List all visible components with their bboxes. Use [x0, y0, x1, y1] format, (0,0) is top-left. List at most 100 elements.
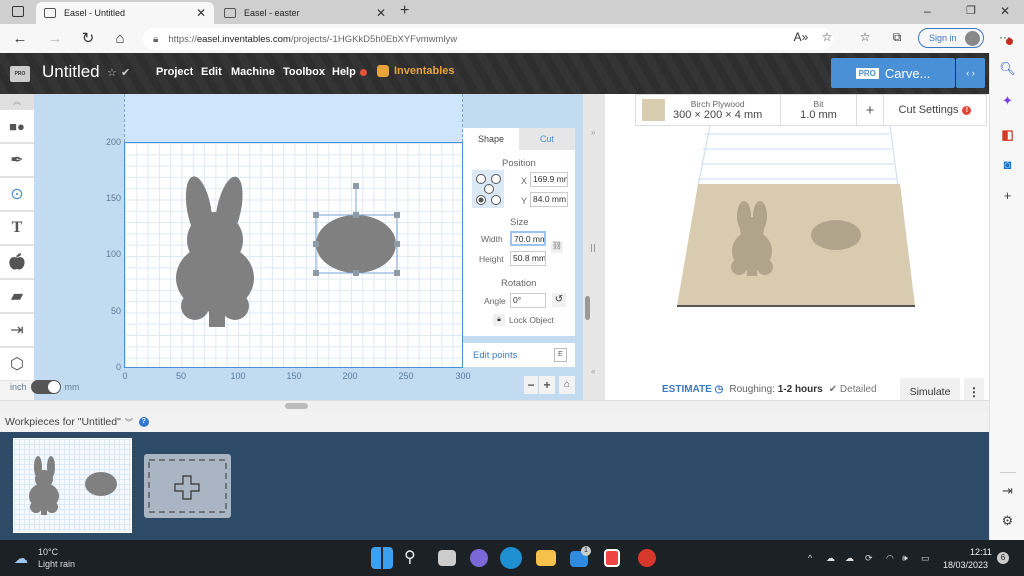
teams-chat-icon[interactable]: [470, 549, 488, 567]
width-input[interactable]: 70.0 mm: [510, 231, 546, 246]
3d-preview[interactable]: [605, 94, 989, 410]
help-icon[interactable]: ?: [138, 417, 149, 427]
wifi-icon[interactable]: ◠: [886, 553, 894, 564]
shapes-tool[interactable]: ■●: [0, 110, 34, 143]
tab-actions-icon[interactable]: [12, 6, 24, 17]
point-tool[interactable]: ⊙: [0, 178, 34, 211]
home-view-icon[interactable]: ⌂: [559, 376, 575, 394]
link-dimensions-icon[interactable]: ⛓: [551, 241, 563, 253]
unit-toggle[interactable]: inch mm: [10, 380, 80, 394]
hide-sidebar-icon[interactable]: ⇥: [990, 483, 1024, 499]
office-icon[interactable]: ◧: [990, 127, 1024, 143]
add-sidebar-app-icon[interactable]: +: [990, 188, 1024, 203]
restore-button[interactable]: ❐: [966, 4, 976, 17]
collapse-left-icon[interactable]: «: [591, 367, 595, 376]
back-button[interactable]: ←: [10, 29, 30, 49]
task-view-icon[interactable]: [438, 550, 456, 566]
workpiece-thumbnail[interactable]: [13, 438, 132, 533]
url-bar[interactable]: 🔒︎ https://easel.inventables.com/project…: [143, 28, 833, 50]
pen-tool[interactable]: ✒: [0, 144, 34, 177]
edge-browser-icon[interactable]: [500, 547, 522, 569]
inventables-link[interactable]: Inventables: [377, 65, 455, 77]
cut-settings-button[interactable]: Cut Settings !: [884, 95, 986, 125]
text-tool[interactable]: T: [0, 212, 34, 245]
star-icon[interactable]: ☆: [107, 66, 117, 79]
clock-time[interactable]: 12:11: [970, 547, 992, 557]
collapse-right-icon[interactable]: »: [591, 128, 595, 137]
angle-input[interactable]: 0°: [510, 293, 546, 308]
vertical-scrollbar[interactable]: [585, 296, 590, 320]
tab-cut[interactable]: Cut: [519, 128, 575, 150]
zoom-out-button[interactable]: −: [524, 376, 538, 394]
easel-pro-logo[interactable]: PRO: [10, 66, 30, 82]
outlook-icon[interactable]: ◙: [990, 157, 1024, 172]
favorites-icon[interactable]: ☆: [856, 30, 874, 44]
onedrive-error-icon[interactable]: ☁: [845, 553, 854, 564]
settings-gear-icon[interactable]: ⚙: [990, 513, 1024, 529]
chevron-down-icon[interactable]: ︾: [125, 417, 133, 428]
close-tab-icon[interactable]: ✕: [196, 6, 206, 20]
menu-toolbox[interactable]: Toolbox: [283, 66, 325, 78]
panel-splitter[interactable]: » «: [583, 94, 605, 410]
drag-handle[interactable]: [591, 244, 595, 252]
copilot-icon[interactable]: ✦: [990, 93, 1024, 109]
zoom-in-button[interactable]: +: [539, 376, 555, 394]
bit-selector[interactable]: Bit 1.0 mm: [781, 95, 857, 125]
clock-date[interactable]: 18/03/2023: [943, 560, 988, 570]
minimize-button[interactable]: –: [924, 4, 931, 18]
menu-machine[interactable]: Machine: [231, 66, 275, 78]
estimate-button[interactable]: ESTIMATE ◷: [662, 384, 723, 395]
snipping-tool-icon[interactable]: [604, 549, 620, 567]
refresh-button[interactable]: ↻: [78, 29, 98, 49]
add-workpiece-button[interactable]: [144, 454, 231, 518]
horizontal-scrollbar[interactable]: [0, 400, 989, 412]
anchor-picker[interactable]: [472, 170, 504, 208]
menu-edit[interactable]: Edit: [201, 66, 222, 78]
onedrive-sync-icon[interactable]: ☁: [826, 553, 835, 564]
add-favorite-icon[interactable]: ☆: [818, 30, 836, 44]
collections-icon[interactable]: ⧉: [888, 30, 906, 45]
collapse-tools-icon[interactable]: ︽: [0, 94, 34, 110]
import-tool[interactable]: ⇥: [0, 314, 34, 347]
sync-icon[interactable]: ⟳: [865, 553, 873, 564]
material-selector[interactable]: Birch Plywood 300 × 200 × 4 mm: [636, 95, 781, 125]
edit-points-button[interactable]: Edit points E: [463, 343, 575, 367]
apps-tool[interactable]: ▰: [0, 280, 34, 313]
new-tab-button[interactable]: +: [400, 2, 409, 20]
x-position-input[interactable]: 169.9 mm: [530, 172, 568, 187]
3d-tool[interactable]: ⬡: [0, 348, 34, 381]
reset-rotation-icon[interactable]: ↺: [552, 293, 566, 307]
height-input[interactable]: 50.8 mm: [510, 251, 546, 266]
close-window-button[interactable]: ✕: [1000, 4, 1010, 18]
workpiece-board[interactable]: [124, 142, 463, 368]
battery-icon[interactable]: ▭: [921, 553, 930, 564]
show-hidden-icons[interactable]: ^: [808, 553, 812, 563]
close-tab-icon[interactable]: ✕: [376, 6, 386, 20]
add-bit-button[interactable]: +: [857, 95, 884, 125]
detailed-option[interactable]: ✔ Detailed: [829, 384, 877, 395]
notification-count[interactable]: 6: [997, 552, 1009, 564]
lock-object-toggle[interactable]: 🔒︎ Lock Object: [493, 314, 554, 326]
tab-easel-easter[interactable]: Easel - easter ✕: [216, 2, 394, 24]
start-icon[interactable]: [371, 547, 393, 569]
unit-switch[interactable]: [30, 380, 61, 394]
icon-library-tool[interactable]: 🍎︎: [0, 246, 34, 279]
expand-preview-icon[interactable]: ‹ ›: [956, 58, 985, 88]
file-explorer-icon[interactable]: [536, 550, 556, 566]
ccleaner-icon[interactable]: [638, 549, 656, 567]
read-aloud-icon[interactable]: A»: [792, 30, 810, 44]
search-icon[interactable]: 🔍︎: [990, 61, 1024, 77]
taskbar-search-icon[interactable]: ⚲: [404, 547, 416, 567]
scroll-thumb[interactable]: [285, 403, 308, 409]
menu-project[interactable]: Project: [156, 66, 193, 78]
menu-help[interactable]: Help: [332, 66, 356, 78]
home-button[interactable]: ⌂: [110, 29, 130, 49]
y-position-input[interactable]: 84.0 mm: [530, 192, 568, 207]
sign-in-button[interactable]: Sign in: [918, 28, 984, 48]
carve-button[interactable]: PRO Carve...: [831, 58, 955, 88]
volume-icon[interactable]: 🕪︎: [902, 553, 908, 564]
tab-easel-untitled[interactable]: Easel - Untitled ✕: [36, 2, 214, 24]
tab-shape[interactable]: Shape: [463, 128, 519, 150]
project-title[interactable]: Untitled: [42, 62, 100, 82]
weather-icon[interactable]: ☁: [14, 550, 28, 567]
